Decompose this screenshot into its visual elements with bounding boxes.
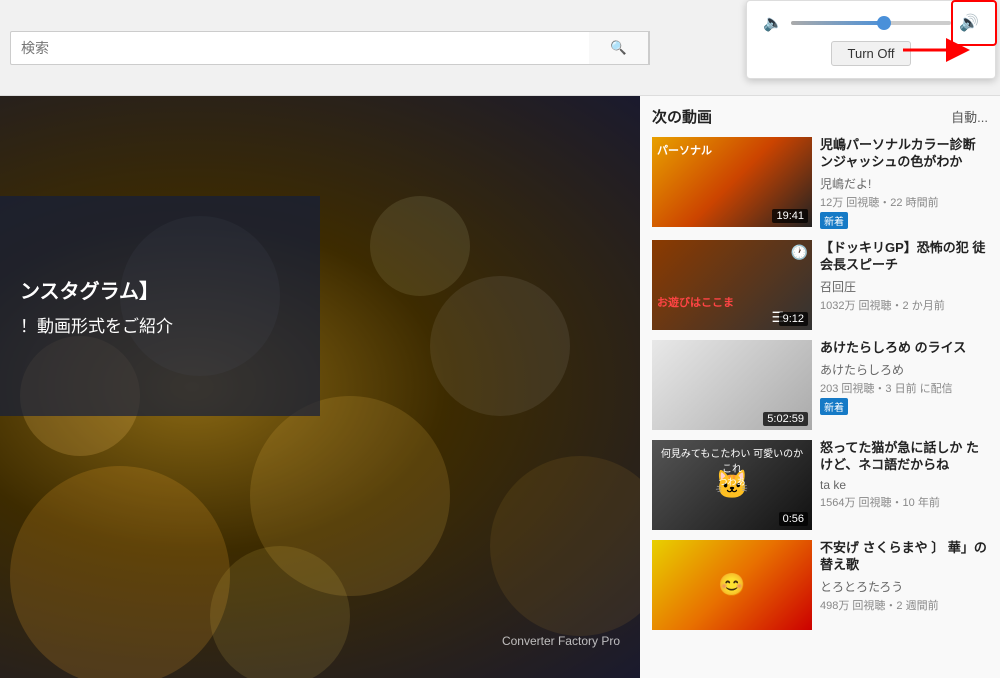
duration-badge: 19:41 bbox=[772, 209, 808, 223]
video-stats: 498万 回視聴・2 週間前 bbox=[820, 597, 988, 613]
video-stats: 1564万 回視聴・10 年前 bbox=[820, 494, 988, 510]
sidebar-header: 次の動画 自動... bbox=[652, 106, 988, 127]
video-meta: 怒ってた猫が急に話しか たけど、ネコ語だからね ta ke 1564万 回視聴・… bbox=[820, 440, 988, 530]
duration-badge: 0:56 bbox=[779, 512, 808, 526]
volume-popup: 🔈 🔊 Turn Off bbox=[746, 0, 996, 79]
thumbnail: 😊 bbox=[652, 540, 812, 630]
video-meta: あけたらしろめ のライス あけたらしろめ 203 回視聴・3 日前 に配信 新着 bbox=[820, 340, 988, 430]
video-meta: 【ドッキリGP】恐怖の犯 徒会長スピーチ 召回圧 1032万 回視聴・2 か月前 bbox=[820, 240, 988, 330]
thumb-top-text: 何見みてもこたわい 可愛いのかこれつわあ bbox=[657, 445, 807, 488]
video-title: 【ドッキリGP】恐怖の犯 徒会長スピーチ bbox=[820, 240, 988, 274]
video-meta: 不安げ さくらまや 〕 華」の替え歌 とろとろたろう 498万 回視聴・2 週間… bbox=[820, 540, 988, 630]
slider-track bbox=[791, 21, 951, 25]
thumbnail: 5:02:59 bbox=[652, 340, 812, 430]
list-item[interactable]: パーソナル 19:41 児嶋パーソナルカラー診断 ンジャッシュの色がわか 児嶋だ… bbox=[652, 137, 988, 230]
list-item[interactable]: 5:02:59 あけたらしろめ のライス あけたらしろめ 203 回視聴・3 日… bbox=[652, 340, 988, 430]
search-input[interactable] bbox=[11, 40, 589, 56]
duration-badge: 5:02:59 bbox=[763, 412, 808, 426]
search-bar: 🔍 bbox=[10, 31, 650, 65]
video-title-overlay: ンスタグラム】 bbox=[20, 275, 300, 304]
thumb-text: パーソナル bbox=[657, 142, 712, 158]
video-dark-panel: ンスタグラム】 ！動画形式をご紹介 bbox=[0, 196, 320, 416]
thumb-label: お遊びはここま bbox=[657, 294, 734, 310]
duration-badge: 9:12 bbox=[779, 312, 808, 326]
new-badge: 新着 bbox=[820, 398, 848, 415]
volume-low-icon: 🔈 bbox=[763, 13, 783, 33]
list-item[interactable]: 🐱 何見みてもこたわい 可愛いのかこれつわあ 0:56 怒ってた猫が急に話しか … bbox=[652, 440, 988, 530]
content-area: ンスタグラム】 ！動画形式をご紹介 Converter Factory Pro … bbox=[0, 96, 1000, 678]
channel-name: あけたらしろめ bbox=[820, 361, 988, 378]
list-item[interactable]: 🕐 ☰ 9:12 お遊びはここま 【ドッキリGP】恐怖の犯 徒会長スピーチ 召回… bbox=[652, 240, 988, 330]
clock-icon: 🕐 bbox=[791, 244, 808, 261]
auto-label: 自動... bbox=[951, 107, 988, 126]
new-badge: 新着 bbox=[820, 212, 848, 229]
video-meta: 児嶋パーソナルカラー診断 ンジャッシュの色がわか 児嶋だよ! 12万 回視聴・2… bbox=[820, 137, 988, 230]
next-videos-title: 次の動画 bbox=[652, 106, 712, 127]
video-stats: 1032万 回視聴・2 か月前 bbox=[820, 297, 988, 313]
video-subtitle-overlay: ！動画形式をご紹介 bbox=[20, 312, 300, 337]
turn-off-button[interactable]: Turn Off bbox=[831, 41, 912, 66]
list-item[interactable]: 😊 不安げ さくらまや 〕 華」の替え歌 とろとろたろう 498万 回視聴・2 … bbox=[652, 540, 988, 630]
search-button[interactable]: 🔍 bbox=[589, 31, 649, 65]
search-icon: 🔍 bbox=[610, 40, 627, 56]
video-stats: 203 回視聴・3 日前 に配信 bbox=[820, 380, 988, 396]
volume-slider[interactable] bbox=[791, 13, 951, 33]
thumb-face: 😊 bbox=[652, 540, 812, 630]
video-title: 児嶋パーソナルカラー診断 ンジャッシュの色がわか bbox=[820, 137, 988, 171]
video-title: 不安げ さくらまや 〕 華」の替え歌 bbox=[820, 540, 988, 574]
video-title: 怒ってた猫が急に話しか たけど、ネコ語だからね bbox=[820, 440, 988, 474]
channel-name: ta ke bbox=[820, 478, 988, 492]
slider-thumb[interactable] bbox=[877, 16, 891, 30]
channel-name: 召回圧 bbox=[820, 278, 988, 295]
channel-name: とろとろたろう bbox=[820, 578, 988, 595]
video-stats: 12万 回視聴・22 時間前 bbox=[820, 194, 988, 210]
header: 🔍 🔈 🔊 Turn Off 🌐 ⊞ 🈂 ☆ 🔥 bbox=[0, 0, 1000, 96]
volume-slider-row: 🔈 🔊 bbox=[763, 13, 979, 33]
thumbnail: 🕐 ☰ 9:12 お遊びはここま bbox=[652, 240, 812, 330]
video-player[interactable]: ンスタグラム】 ！動画形式をご紹介 Converter Factory Pro bbox=[0, 96, 640, 678]
sidebar: 次の動画 自動... パーソナル 19:41 児嶋パーソナルカラー診断 ンジャッ… bbox=[640, 96, 1000, 678]
thumbnail: パーソナル 19:41 bbox=[652, 137, 812, 227]
volume-high-icon: 🔊 bbox=[959, 13, 979, 33]
channel-name: 児嶋だよ! bbox=[820, 175, 988, 192]
video-title: あけたらしろめ のライス bbox=[820, 340, 988, 357]
video-watermark: Converter Factory Pro bbox=[502, 634, 620, 648]
thumbnail: 🐱 何見みてもこたわい 可愛いのかこれつわあ 0:56 bbox=[652, 440, 812, 530]
